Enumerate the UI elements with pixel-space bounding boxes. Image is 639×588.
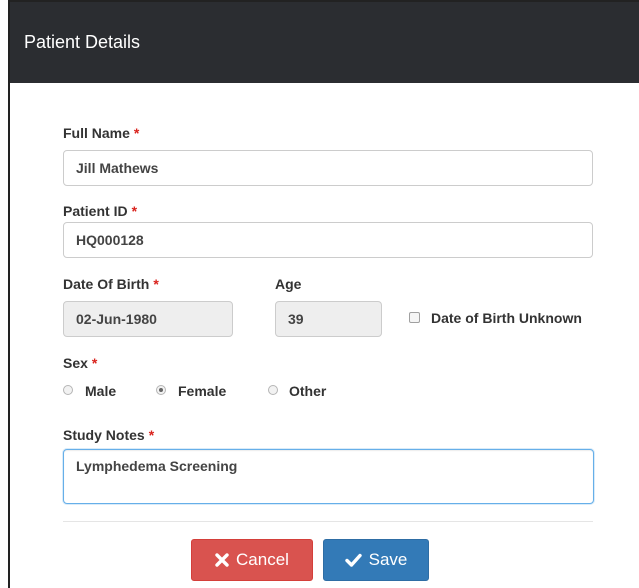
- full-name-label-text: Full Name: [63, 125, 130, 141]
- study-notes-textarea[interactable]: Lymphedema Screening: [63, 449, 594, 504]
- full-name-input[interactable]: Jill Mathews: [63, 150, 593, 186]
- patient-id-label: Patient ID *: [63, 203, 137, 219]
- check-icon: [344, 553, 362, 567]
- sex-option-male: Male: [85, 383, 117, 399]
- study-notes-label: Study Notes *: [63, 427, 154, 443]
- patient-id-label-text: Patient ID: [63, 203, 128, 219]
- x-icon: [215, 553, 229, 567]
- dob-label: Date Of Birth *: [63, 276, 159, 292]
- footer-divider: [63, 521, 593, 522]
- age-input[interactable]: 39: [275, 301, 382, 337]
- sex-label-text: Sex: [63, 355, 88, 371]
- dob-label-text: Date Of Birth: [63, 276, 150, 292]
- cancel-button[interactable]: Cancel: [191, 539, 313, 581]
- sex-label: Sex *: [63, 355, 97, 371]
- required-mark: *: [153, 276, 159, 292]
- sex-radio-male[interactable]: [63, 385, 73, 395]
- study-notes-label-text: Study Notes: [63, 427, 145, 443]
- radio-selected-dot: [159, 388, 163, 392]
- sex-option-other: Other: [289, 383, 327, 399]
- required-mark: *: [131, 203, 138, 219]
- dob-input[interactable]: 02-Jun-1980: [63, 301, 233, 337]
- dob-unknown-label: Date of Birth Unknown: [431, 310, 582, 326]
- sex-option-female: Female: [178, 383, 227, 399]
- patient-details-modal: Patient Details Full Name * Jill Mathews …: [8, 0, 639, 588]
- patient-id-input[interactable]: HQ000128: [63, 222, 593, 258]
- required-mark: *: [148, 427, 155, 443]
- dob-unknown-checkbox[interactable]: [409, 312, 420, 323]
- save-button-label: Save: [368, 550, 408, 569]
- sex-radio-female[interactable]: [156, 385, 166, 395]
- required-mark: *: [91, 355, 98, 371]
- age-label: Age: [275, 276, 302, 292]
- modal-title: Patient Details: [24, 32, 141, 52]
- full-name-label: Full Name *: [63, 125, 139, 141]
- modal-header: Patient Details: [10, 2, 639, 83]
- save-button[interactable]: Save: [323, 539, 429, 581]
- required-mark: *: [133, 125, 140, 141]
- sex-radio-other[interactable]: [268, 385, 278, 395]
- cancel-button-label: Cancel: [236, 550, 289, 569]
